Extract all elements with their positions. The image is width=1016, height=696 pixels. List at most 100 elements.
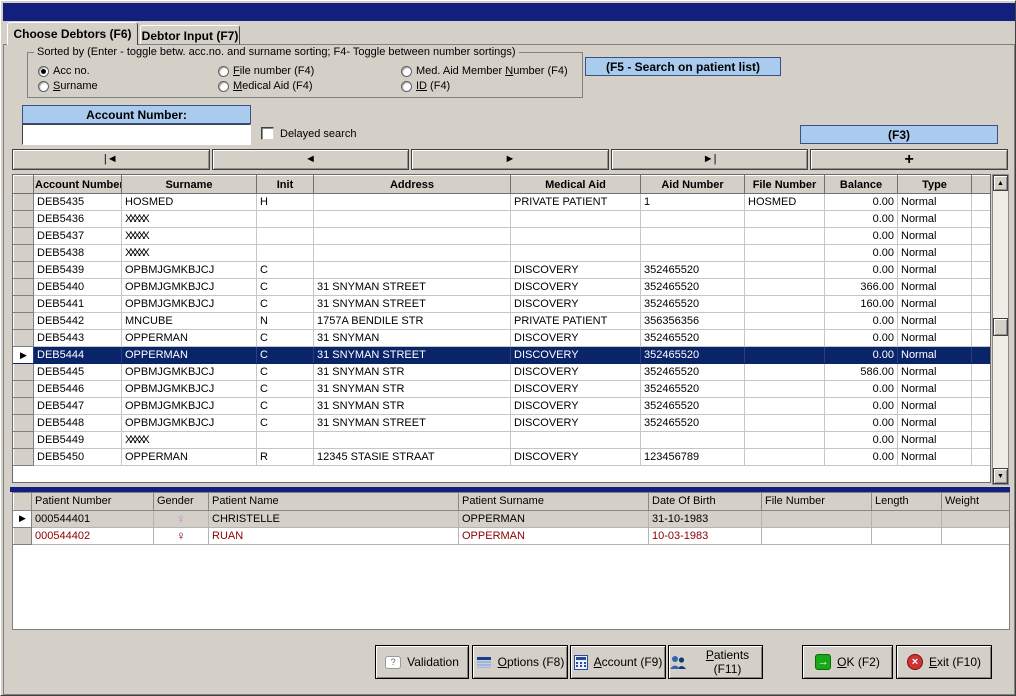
- cell-file-number: [745, 313, 825, 330]
- column-header-patient-name[interactable]: Patient Name: [209, 493, 459, 510]
- tab-choose-debtors-f6[interactable]: Choose Debtors (F6): [7, 22, 138, 45]
- cell-surname: OPBMJGMKBJCJ: [122, 398, 257, 415]
- patient-row[interactable]: 000544402♀RUANOPPERMAN10-03-1983: [14, 527, 1010, 544]
- row-gutter: [14, 279, 34, 296]
- nav-add-button[interactable]: +: [810, 149, 1008, 170]
- column-header-weight[interactable]: Weight: [942, 493, 1010, 510]
- nav-first-button[interactable]: |◄: [12, 149, 210, 170]
- cell-medical-aid: PRIVATE PATIENT: [511, 194, 641, 211]
- scrollbar-thumb[interactable]: [993, 318, 1008, 336]
- options-button[interactable]: Options (F8): [472, 645, 568, 679]
- cell-medical-aid: [511, 211, 641, 228]
- delayed-search-label: Delayed search: [280, 128, 356, 140]
- table-row[interactable]: DEB5435HOSMEDHPRIVATE PATIENT1HOSMED0.00…: [14, 194, 991, 211]
- cell-number: 000544402: [32, 527, 154, 544]
- debtors-table: Account NumberSurnameInitAddressMedical …: [13, 175, 991, 466]
- cell-medical-aid: PRIVATE PATIENT: [511, 313, 641, 330]
- table-row[interactable]: DEB5440OPBMJGMKBJCJC31 SNYMAN STREETDISC…: [14, 279, 991, 296]
- row-gutter: [14, 432, 34, 449]
- table-row[interactable]: DEB5437XXXXX0.00Normal: [14, 228, 991, 245]
- cell-account-number: DEB5448: [34, 415, 122, 432]
- column-header-aid-number[interactable]: Aid Number: [641, 176, 745, 194]
- cell-type: Normal: [898, 432, 972, 449]
- row-gutter: [14, 415, 34, 432]
- nav-prev-button[interactable]: ◄: [212, 149, 410, 170]
- account-number-input[interactable]: [22, 124, 251, 145]
- cell-filler: [972, 313, 991, 330]
- table-row[interactable]: DEB5449XXXXX0.00Normal: [14, 432, 991, 449]
- radio-id-f4[interactable]: ID (F4): [401, 80, 450, 92]
- column-header-file-number[interactable]: File Number: [762, 493, 872, 510]
- column-header-account-number[interactable]: Account Number: [34, 176, 122, 194]
- account-button[interactable]: Account (F9): [570, 645, 666, 679]
- cell-init: H: [257, 194, 314, 211]
- radio-file-number-f4[interactable]: File number (F4): [218, 65, 314, 77]
- table-row[interactable]: ▶DEB5444OPPERMANC31 SNYMAN STREETDISCOVE…: [14, 347, 991, 364]
- cell-balance: 0.00: [825, 313, 898, 330]
- table-row[interactable]: DEB5448OPBMJGMKBJCJC31 SNYMAN STREETDISC…: [14, 415, 991, 432]
- cell-account-number: DEB5436: [34, 211, 122, 228]
- column-header-surname[interactable]: Surname: [122, 176, 257, 194]
- cell-file-number: [745, 211, 825, 228]
- column-header-balance[interactable]: Balance: [825, 176, 898, 194]
- sorted-by-groupbox: Sorted by (Enter - toggle betw. acc.no. …: [27, 52, 583, 98]
- cell-surname: OPBMJGMKBJCJ: [122, 415, 257, 432]
- column-header-gender[interactable]: Gender: [154, 493, 209, 510]
- table-row[interactable]: DEB5442MNCUBEN1757A BENDILE STRPRIVATE P…: [14, 313, 991, 330]
- cell-address: 31 SNYMAN STR: [314, 381, 511, 398]
- radio-med-aid-member-number-f4[interactable]: Med. Aid Member Number (F4): [401, 65, 568, 77]
- search-patient-list-button[interactable]: (F5 - Search on patient list): [585, 57, 781, 76]
- exit-icon: ×: [907, 654, 923, 670]
- row-pointer-icon: ▶: [14, 347, 34, 364]
- cell-address: [314, 262, 511, 279]
- cell-init: C: [257, 415, 314, 432]
- radio-acc-no[interactable]: Acc no.: [38, 65, 90, 77]
- table-row[interactable]: DEB5436XXXXX0.00Normal: [14, 211, 991, 228]
- cell-aid-number: 352465520: [641, 296, 745, 313]
- cell-address: [314, 432, 511, 449]
- f3-button[interactable]: (F3): [800, 125, 998, 144]
- table-row[interactable]: DEB5450OPPERMANR12345 STASIE STRAATDISCO…: [14, 449, 991, 466]
- table-row[interactable]: DEB5438XXXXX0.00Normal: [14, 245, 991, 262]
- button-label: Patients (F11): [693, 648, 762, 676]
- delayed-search-checkbox[interactable]: Delayed search: [261, 127, 356, 140]
- table-row[interactable]: DEB5445OPBMJGMKBJCJC31 SNYMAN STRDISCOVE…: [14, 364, 991, 381]
- column-header-length[interactable]: Length: [872, 493, 942, 510]
- column-header-patient-surname[interactable]: Patient Surname: [459, 493, 649, 510]
- debtors-scrollbar[interactable]: ▲ ▼: [992, 174, 1009, 485]
- column-header-medical-aid[interactable]: Medical Aid: [511, 176, 641, 194]
- ok-button[interactable]: →OK (F2): [802, 645, 893, 679]
- table-row[interactable]: DEB5441OPBMJGMKBJCJC31 SNYMAN STREETDISC…: [14, 296, 991, 313]
- scroll-up-icon[interactable]: ▲: [993, 175, 1008, 191]
- cell-file-number: [745, 449, 825, 466]
- column-header-patient-number[interactable]: Patient Number: [32, 493, 154, 510]
- nav-next-button[interactable]: ►: [411, 149, 609, 170]
- tab-debtor-input-f7[interactable]: Debtor Input (F7): [140, 25, 240, 45]
- table-row[interactable]: DEB5446OPBMJGMKBJCJC31 SNYMAN STRDISCOVE…: [14, 381, 991, 398]
- cell-init: C: [257, 279, 314, 296]
- grid-corner-cell: [14, 493, 32, 510]
- scroll-down-icon[interactable]: ▼: [993, 468, 1008, 484]
- cell-type: Normal: [898, 228, 972, 245]
- table-row[interactable]: DEB5447OPBMJGMKBJCJC31 SNYMAN STRDISCOVE…: [14, 398, 991, 415]
- column-header-type[interactable]: Type: [898, 176, 972, 194]
- table-row[interactable]: DEB5443OPPERMANC31 SNYMANDISCOVERY352465…: [14, 330, 991, 347]
- column-header-file-number[interactable]: File Number: [745, 176, 825, 194]
- cell-filler: [972, 279, 991, 296]
- cell-filler: [972, 228, 991, 245]
- column-header-init[interactable]: Init: [257, 176, 314, 194]
- radio-surname[interactable]: Surname: [38, 80, 98, 92]
- cell-type: Normal: [898, 296, 972, 313]
- cell-surname: XXXXX: [122, 245, 257, 262]
- patient-row[interactable]: ▶000544401♀CHRISTELLEOPPERMAN31-10-1983: [14, 510, 1010, 527]
- patients-button[interactable]: Patients (F11): [668, 645, 763, 679]
- nav-last-button[interactable]: ►|: [611, 149, 809, 170]
- table-row[interactable]: DEB5439OPBMJGMKBJCJCDISCOVERY3524655200.…: [14, 262, 991, 279]
- record-navigator: |◄◄►►|+: [12, 149, 1008, 170]
- column-header-address[interactable]: Address: [314, 176, 511, 194]
- exit-button[interactable]: ×Exit (F10): [896, 645, 992, 679]
- cell-medical-aid: DISCOVERY: [511, 449, 641, 466]
- radio-medical-aid-f4[interactable]: Medical Aid (F4): [218, 80, 312, 92]
- validation-button[interactable]: ?Validation: [375, 645, 469, 679]
- column-header-date-of-birth[interactable]: Date Of Birth: [649, 493, 762, 510]
